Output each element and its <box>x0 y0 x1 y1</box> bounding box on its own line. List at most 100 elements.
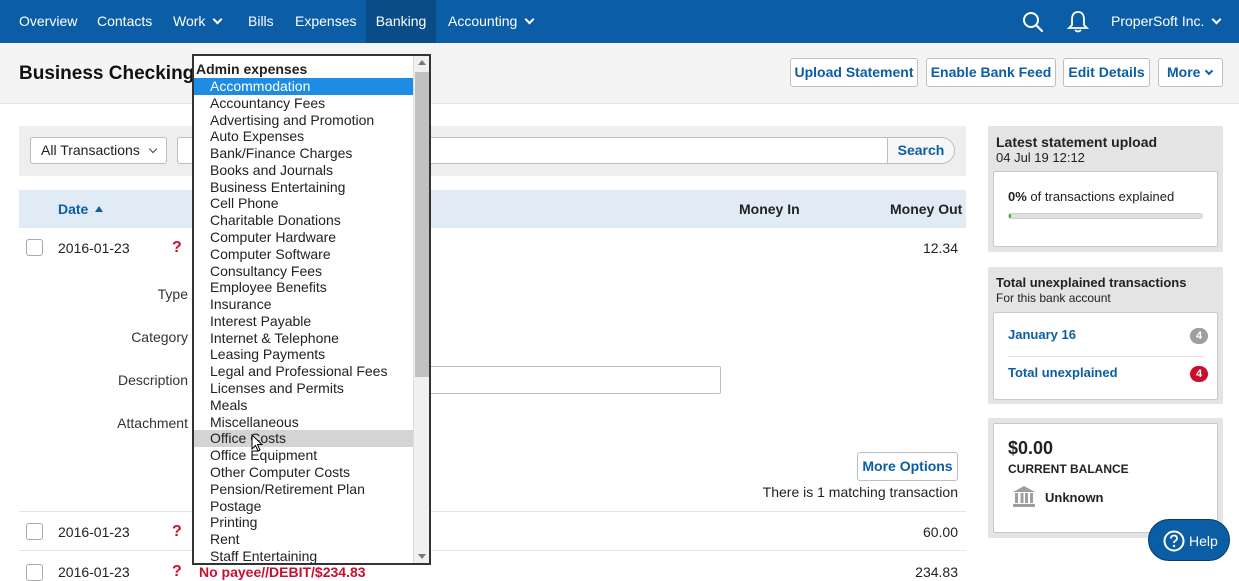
edit-details-button[interactable]: Edit Details <box>1063 58 1150 87</box>
unexplained-subtitle: For this bank account <box>996 291 1111 305</box>
scrollbar-thumb[interactable] <box>415 72 429 377</box>
category-dropdown[interactable]: Admin expenses Accommodation Accountancy … <box>192 54 431 565</box>
category-option[interactable]: Rent <box>194 531 414 548</box>
sort-up-icon <box>95 206 104 212</box>
category-option[interactable]: Leasing Payments <box>194 346 414 363</box>
category-option[interactable]: Auto Expenses <box>194 128 414 145</box>
category-option[interactable]: Meals <box>194 397 414 414</box>
row-checkbox[interactable] <box>26 239 43 256</box>
search-button[interactable]: Search <box>887 137 955 164</box>
help-icon <box>1163 530 1185 552</box>
category-option[interactable]: Computer Hardware <box>194 229 414 246</box>
category-option[interactable]: Postage <box>194 498 414 515</box>
total-unexplained-link[interactable]: Total unexplained <box>1008 365 1118 380</box>
category-option[interactable]: Cell Phone <box>194 195 414 212</box>
category-option[interactable]: Office Equipment <box>194 447 414 464</box>
matching-transactions-text: There is 1 matching transaction <box>762 484 958 500</box>
category-option[interactable]: Miscellaneous <box>194 414 414 431</box>
transactions-filter-value: All Transactions <box>41 142 140 158</box>
row-money-out: 60.00 <box>922 524 958 540</box>
category-option[interactable]: Advertising and Promotion <box>194 112 414 129</box>
chevron-down-icon <box>212 14 223 25</box>
month-unexplained-link[interactable]: January 16 <box>1008 327 1076 342</box>
nav-banking[interactable]: Banking <box>366 0 436 43</box>
category-option[interactable]: Accountancy Fees <box>194 95 414 112</box>
transactions-panel: All Transactions Search Date Money In Mo… <box>19 126 966 581</box>
category-option[interactable]: Computer Software <box>194 246 414 263</box>
current-balance-amount: $0.00 <box>1008 438 1054 458</box>
category-option[interactable]: Books and Journals <box>194 162 414 179</box>
row-money-out: 12.34 <box>922 240 958 256</box>
row-divider <box>19 511 966 512</box>
company-menu[interactable]: ProperSoft Inc. <box>1111 0 1222 43</box>
category-label: Category <box>131 329 188 345</box>
explained-progress-fill <box>1009 214 1011 218</box>
row-description[interactable]: No payee//DEBIT/$234.83 <box>199 564 366 580</box>
row-checkbox[interactable] <box>26 523 43 540</box>
bank-icon <box>1013 486 1035 507</box>
category-option[interactable]: Internet & Telephone <box>194 330 414 347</box>
category-option[interactable]: Employee Benefits <box>194 279 414 296</box>
filter-bar: All Transactions Search <box>19 126 966 176</box>
category-option[interactable]: Office Costs <box>194 430 414 448</box>
date-column-header[interactable]: Date <box>58 201 104 217</box>
category-option[interactable]: Charitable Donations <box>194 212 414 229</box>
category-option[interactable]: Legal and Professional Fees <box>194 363 414 380</box>
chevron-down-icon <box>148 144 158 154</box>
category-option[interactable]: Pension/Retirement Plan <box>194 481 414 498</box>
category-option[interactable]: Business Entertaining <box>194 179 414 196</box>
total-count-badge: 4 <box>1190 366 1208 382</box>
category-option[interactable]: Interest Payable <box>194 313 414 330</box>
row-date: 2016-01-23 <box>58 564 130 580</box>
money-in-header: Money In <box>739 201 800 217</box>
search-icon[interactable] <box>1022 11 1044 33</box>
table-header: Date Money In Money Out <box>19 190 966 228</box>
category-option[interactable]: Staff Entertaining <box>194 548 414 563</box>
scroll-down-icon[interactable] <box>418 554 426 559</box>
nav-accounting[interactable]: Accounting <box>448 0 535 43</box>
category-option[interactable]: Insurance <box>194 296 414 313</box>
help-label: Help <box>1189 533 1218 549</box>
upload-statement-button[interactable]: Upload Statement <box>790 58 918 87</box>
nav-expenses[interactable]: Expenses <box>295 0 356 43</box>
more-button[interactable]: More <box>1158 58 1223 87</box>
nav-work[interactable]: Work <box>173 0 223 43</box>
explained-card: 0% of transactions explained <box>993 171 1218 247</box>
nav-bills[interactable]: Bills <box>248 0 274 43</box>
month-count-badge: 4 <box>1190 328 1208 344</box>
unexplained-icon: ? <box>172 563 182 580</box>
transactions-filter-select[interactable]: All Transactions <box>30 137 167 164</box>
chevron-down-icon <box>1205 66 1214 76</box>
type-label: Type <box>157 286 188 302</box>
attachment-label: Attachment <box>117 415 188 431</box>
category-option[interactable]: Accommodation <box>194 78 414 95</box>
chevron-down-icon <box>524 14 535 25</box>
money-out-header: Money Out <box>890 201 963 217</box>
help-button[interactable]: Help <box>1148 519 1230 561</box>
description-input[interactable] <box>429 366 721 394</box>
category-option[interactable]: Other Computer Costs <box>194 464 414 481</box>
balance-card: $0.00 CURRENT BALANCE Unknown <box>993 423 1218 533</box>
category-option[interactable]: Licenses and Permits <box>194 380 414 397</box>
dropdown-scrollbar[interactable] <box>413 56 429 563</box>
statement-title: Latest statement upload <box>996 134 1158 150</box>
dropdown-group-header: Admin expenses <box>196 61 308 77</box>
search-input[interactable] <box>430 137 890 164</box>
row-divider <box>19 550 966 551</box>
more-options-button[interactable]: More Options <box>857 452 958 481</box>
enable-bank-feed-button[interactable]: Enable Bank Feed <box>926 58 1056 87</box>
bell-icon[interactable] <box>1067 10 1089 34</box>
scroll-up-icon[interactable] <box>418 60 426 65</box>
balance-status: Unknown <box>1045 490 1104 505</box>
nav-contacts[interactable]: Contacts <box>97 0 152 43</box>
nav-overview[interactable]: Overview <box>19 0 77 43</box>
unexplained-icon: ? <box>172 239 182 256</box>
category-option[interactable]: Consultancy Fees <box>194 263 414 280</box>
explained-percent: 0% <box>1008 189 1027 204</box>
date-header-label: Date <box>58 201 89 217</box>
explained-summary: 0% of transactions explained <box>1008 189 1174 204</box>
category-option[interactable]: Printing <box>194 514 414 531</box>
unexplained-card: January 16 4 Total unexplained 4 <box>993 312 1218 400</box>
category-option[interactable]: Bank/Finance Charges <box>194 145 414 162</box>
row-checkbox[interactable] <box>26 564 43 581</box>
